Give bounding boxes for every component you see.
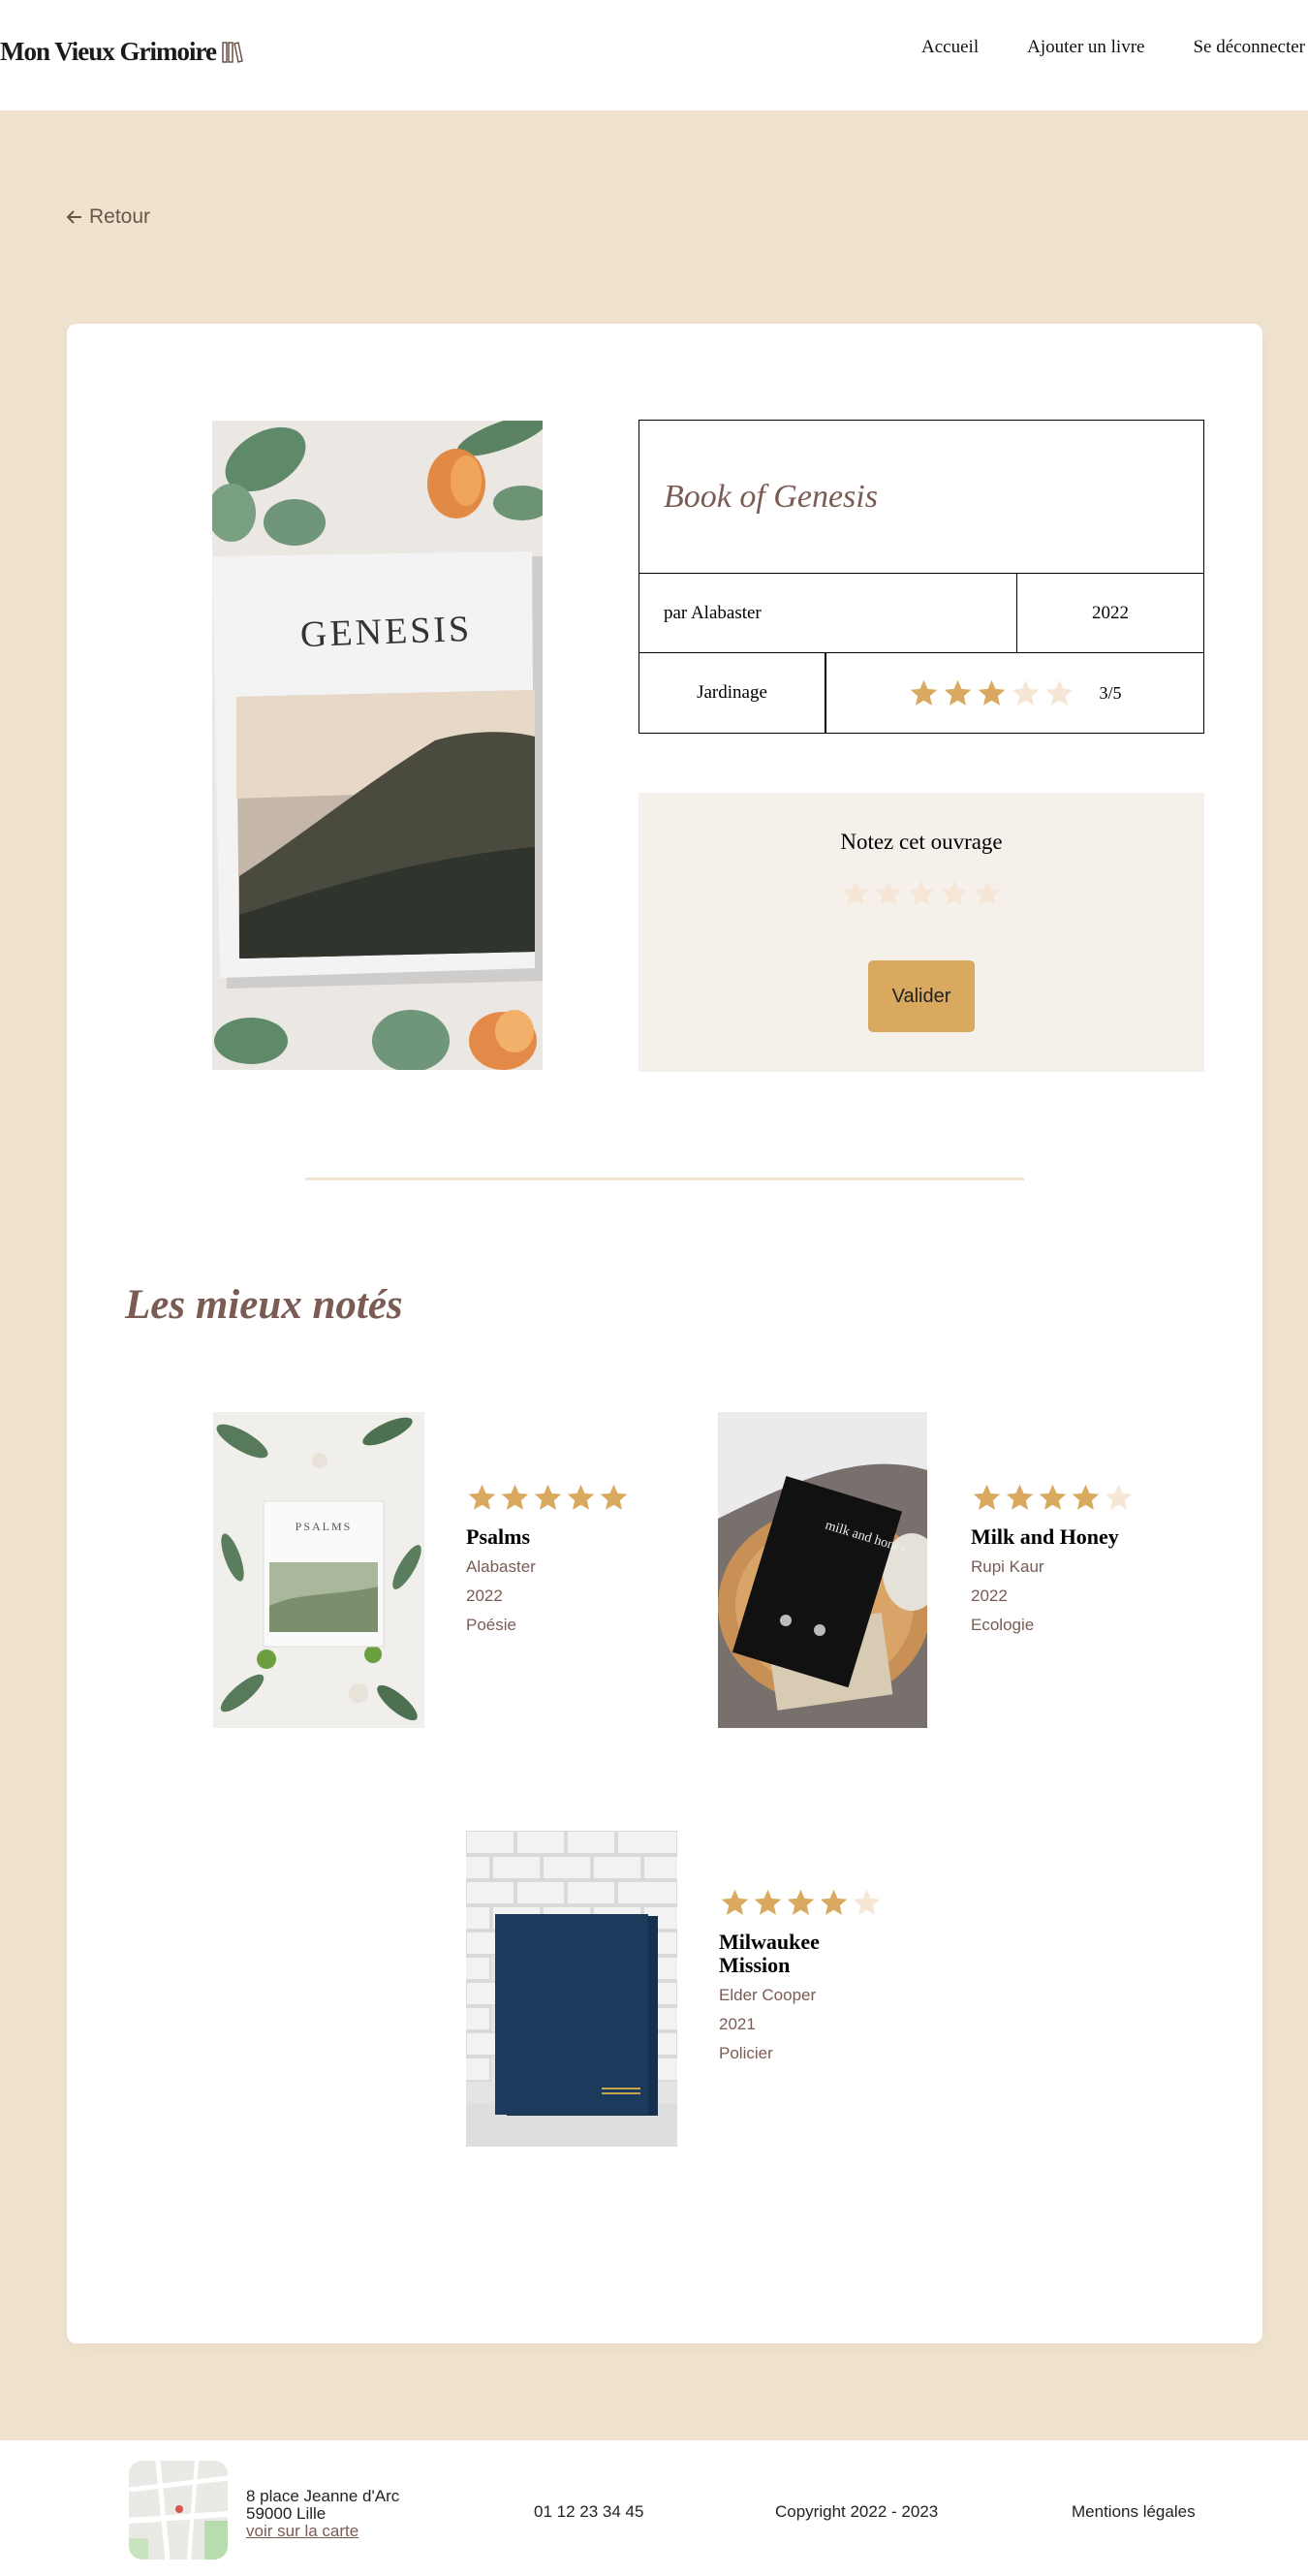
best-book-cover [466,1831,677,2147]
star-filled-icon [1006,1484,1034,1510]
best-book-stars [971,1482,1135,1514]
books-logo-icon [222,41,243,63]
star-filled-icon [754,1889,782,1915]
nav-deconnecter[interactable]: Se déconnecter [1193,37,1305,58]
star-empty-icon[interactable] [840,878,871,909]
star-filled-icon [468,1484,496,1510]
best-book-stars [466,1482,630,1514]
book-genre: Jardinage [639,653,826,733]
rating-stars [908,677,1075,709]
best-book-card[interactable]: PSALMS Psalms Alabaster 2022 Poésie [213,1412,628,1728]
best-book-author: Rupi Kaur [971,1557,1044,1576]
book-cover-image: GENESIS [212,421,543,1070]
best-book-author: Elder Cooper [719,1986,817,2004]
book-rating: 3/5 [826,653,1203,733]
best-book-year: 2022 [971,1586,1008,1605]
rate-label: Notez cet ouvrage [840,830,1003,854]
rate-book-panel: Notez cet ouvrage Valider [638,793,1204,1072]
star-filled-icon [600,1484,628,1510]
site-footer: 8 place Jeanne d'Arc 59000 Lille voir su… [0,2440,1308,2576]
address-line-1: 8 place Jeanne d'Arc [246,2487,400,2505]
cover-title-text: GENESIS [299,609,473,655]
address-line-2: 59000 Lille [246,2504,327,2523]
footer-address: 8 place Jeanne d'Arc 59000 Lille voir su… [246,2488,399,2540]
best-book-year: 2022 [466,1586,503,1605]
book-title-cell: Book of Genesis [639,421,1203,574]
star-filled-icon [973,1484,1001,1510]
book-year: 2022 [1016,574,1203,653]
star-filled-icon [567,1484,595,1510]
book-title: Book of Genesis [664,478,878,515]
best-book-genre: Ecologie [971,1616,1035,1634]
section-divider [305,1178,1024,1180]
footer-phone: 01 12 23 34 45 [534,2502,644,2521]
star-filled-icon [911,679,938,706]
nav-accueil[interactable]: Accueil [921,37,979,58]
star-filled-icon [820,1889,848,1915]
best-book-meta: Milk and Honey Rupi Kaur 2022 Ecologie [971,1482,1135,1636]
best-book-card[interactable]: milk and honey Milk and Honey Rupi Kaur … [718,1412,1133,1728]
star-filled-icon [787,1889,815,1915]
star-empty-icon [1012,679,1040,706]
best-book-meta: Psalms Alabaster 2022 Poésie [466,1482,630,1636]
site-logo[interactable]: Mon Vieux Grimoire [0,37,243,67]
logo-text: Mon Vieux Grimoire [0,37,217,66]
rate-star-input[interactable] [638,878,1204,909]
main-nav: Accueil Ajouter un livre Se déconnecter [873,37,1305,58]
best-book-cover: milk and honey [718,1412,927,1728]
book-info-table: Book of Genesis par Alabaster 2022 Jardi… [638,420,1204,734]
star-filled-icon [979,679,1006,706]
star-empty-icon[interactable] [972,878,1003,909]
best-book-genre: Poésie [466,1616,516,1634]
star-filled-icon [721,1889,749,1915]
best-book-stars [719,1887,883,1919]
arrow-left-icon [66,210,81,224]
psalms-cover-text: PSALMS [296,1520,353,1533]
star-empty-icon [1105,1484,1133,1510]
footer-legal-link[interactable]: Mentions légales [1072,2502,1196,2522]
best-book-year: 2021 [719,2015,756,2033]
nav-ajouter-livre[interactable]: Ajouter un livre [1027,37,1144,58]
book-card: GENESIS Book of Genesis par Alabaster 20… [67,324,1262,2343]
site-header: Mon Vieux Grimoire Accueil Ajouter un li… [0,0,1308,110]
map-thumbnail[interactable] [129,2461,228,2560]
best-book-cover: PSALMS [213,1412,424,1728]
star-empty-icon [853,1889,881,1915]
footer-copyright: Copyright 2022 - 2023 [775,2502,939,2521]
best-book-title: Milk and Honey [971,1524,1119,1549]
best-book-title: Milwaukee Mission [719,1930,820,1977]
back-label: Retour [89,205,151,228]
star-filled-icon [501,1484,529,1510]
book-author: par Alabaster [664,603,762,623]
star-filled-icon [534,1484,562,1510]
map-link[interactable]: voir sur la carte [246,2522,358,2540]
best-book-author: Alabaster [466,1557,536,1576]
rating-score: 3/5 [1099,682,1122,703]
best-book-title: Psalms [466,1524,530,1549]
star-filled-icon [1039,1484,1067,1510]
star-filled-icon [945,679,972,706]
best-book-card[interactable]: Milwaukee Mission Elder Cooper 2021 Poli… [466,1831,881,2147]
star-empty-icon[interactable] [873,878,904,909]
best-rated-title: Les mieux notés [125,1282,403,1328]
best-book-meta: Milwaukee Mission Elder Cooper 2021 Poli… [719,1887,883,2064]
star-empty-icon[interactable] [906,878,937,909]
star-empty-icon[interactable] [939,878,970,909]
submit-rating-button[interactable]: Valider [868,960,975,1032]
star-filled-icon [1072,1484,1100,1510]
back-link[interactable]: Retour [66,205,150,229]
star-empty-icon [1046,679,1074,706]
best-book-genre: Policier [719,2044,773,2062]
